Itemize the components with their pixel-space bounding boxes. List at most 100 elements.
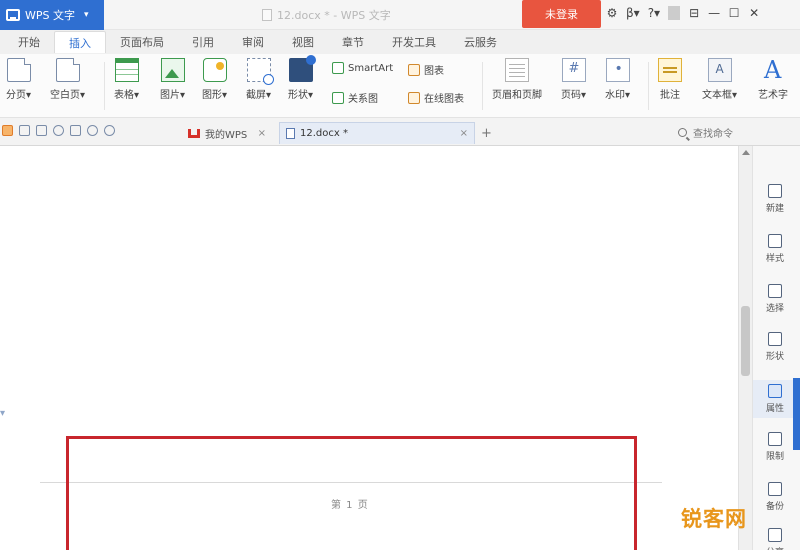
divider [482,62,483,110]
table-button[interactable]: 表格▾ [114,58,139,101]
task-pane-restrict[interactable]: 限制 [753,432,797,462]
maximize-button[interactable]: ☐ [728,6,740,20]
preview-icon[interactable] [53,125,64,136]
table-label: 表格▾ [114,90,140,101]
export-icon[interactable] [70,125,81,136]
login-button[interactable]: 未登录 [522,0,601,28]
page-break-label: 分页▾ [6,90,32,101]
redo-icon[interactable] [104,125,115,136]
task-pane-style-label: 样式 [765,254,784,264]
page-number-icon [561,58,586,82]
tab-view[interactable]: 视图 [278,31,328,53]
new-tab-button[interactable]: + [481,126,492,141]
screenshot-icon [246,58,274,85]
divider [668,6,681,20]
task-pane-shape-label: 形状 [765,352,784,362]
blank-page-button[interactable]: 空白页▾ [50,58,85,101]
chevron-down-icon: ▾ [84,10,89,20]
save-icon[interactable] [19,125,30,136]
divider [104,62,105,110]
flowchart-button[interactable]: 关系图 [332,90,378,105]
layout-icon[interactable]: ⊟ [688,6,700,20]
blank-page-icon [55,58,80,82]
task-pane-restrict-label: 限制 [765,452,784,462]
tab-cloud[interactable]: 云服务 [450,31,511,53]
online-chart-button[interactable]: 在线图表 [408,90,464,105]
blank-page-label: 空白页▾ [50,90,86,101]
wps-logo-icon [6,9,20,21]
picture-button[interactable]: 图片▾ [160,58,185,101]
shapes-button[interactable]: 形状▾ [288,55,316,101]
header-footer-label: 页眉和页脚 [492,90,542,101]
title-bar: WPS 文字 ▾ 12.docx * - WPS 文字 未登录 ⚙ β▾ ?▾ … [0,0,800,30]
undo-icon[interactable] [87,125,98,136]
vertical-scrollbar[interactable] [738,146,752,550]
properties-icon [768,384,782,398]
picture-icon [160,58,185,82]
shape-gallery-button[interactable]: 图形▾ [202,58,227,101]
task-pane-share-label: 分享 [766,545,784,550]
watermark-button[interactable]: 水印▾ [605,58,630,101]
task-pane-share[interactable]: 分享 [753,528,797,550]
tab-my-wps[interactable]: 我的WPS × [182,122,272,144]
task-pane-new[interactable]: 新建 [753,184,797,214]
tab-page-layout[interactable]: 页面布局 [106,31,178,53]
settings-icon[interactable]: ⚙ [606,6,618,20]
task-pane-backup-label: 备份 [765,502,784,512]
chart-button[interactable]: 图表 [408,62,444,77]
task-pane-shape[interactable]: 形状 [753,332,797,362]
app-menu-button[interactable]: WPS 文字 ▾ [0,0,104,30]
tab-home[interactable]: 开始 [4,31,54,53]
header-footer-button[interactable]: 页眉和页脚 [492,58,542,101]
task-pane: 新建 样式 选择 形状 属性 限制 备份 分享 [752,146,800,550]
close-icon[interactable]: × [460,128,468,139]
page-number-button[interactable]: 页码▾ [561,58,586,101]
tab-document[interactable]: 12.docx * × [279,122,475,144]
ribbon-insert: 分页▾ 空白页▾ 表格▾ 图片▾ 图形▾ 截屏▾ 形状▾ SmartArt 图表… [0,54,800,118]
page-number-label: 第 1 页 [331,500,369,511]
textbox-label: 文本框▾ [702,90,738,101]
select-icon [768,284,782,298]
page-break-button[interactable]: 分页▾ [6,58,31,101]
share-icon [768,528,782,542]
screenshot-label: 截屏▾ [246,90,272,101]
table-icon [114,58,139,82]
close-icon[interactable]: × [258,128,266,139]
document-canvas[interactable]: ▾ 第 1 页 [0,146,738,550]
highlight-frame [66,436,637,550]
command-search[interactable]: 查找命令 [678,125,733,140]
skin-icon[interactable]: β▾ [626,6,640,20]
tab-section[interactable]: 章节 [328,31,378,53]
task-pane-backup[interactable]: 备份 [753,482,797,512]
task-pane-style[interactable]: 样式 [753,234,797,264]
wordart-icon [761,56,785,84]
shapes-label: 形状▾ [288,90,314,101]
wordart-button[interactable]: 艺术字 [758,56,788,101]
scroll-up-icon[interactable] [742,150,750,155]
scrollbar-thumb[interactable] [741,306,750,376]
flowchart-label: 关系图 [348,94,378,105]
print-icon[interactable] [36,125,47,136]
comment-button[interactable]: 批注 [658,58,682,101]
textbox-button[interactable]: 文本框▾ [702,58,737,101]
tab-developer[interactable]: 开发工具 [378,31,450,53]
task-pane-new-label: 新建 [765,204,784,214]
tab-review[interactable]: 审阅 [228,31,278,53]
close-button[interactable]: ✕ [748,6,760,20]
screenshot-button[interactable]: 截屏▾ [246,58,274,101]
page-break-icon [6,58,31,82]
document-icon [286,128,295,139]
help-icon[interactable]: ?▾ [648,6,660,20]
task-pane-select[interactable]: 选择 [753,284,797,314]
smartart-button[interactable]: SmartArt [332,62,393,74]
style-icon [768,234,782,248]
tab-references[interactable]: 引用 [178,31,228,53]
ribbon-tabs: 开始 插入 页面布局 引用 审阅 视图 章节 开发工具 云服务 [0,30,800,54]
divider [648,62,649,110]
tab-insert[interactable]: 插入 [54,31,106,53]
picture-label: 图片▾ [160,90,186,101]
window-title: 12.docx * - WPS 文字 [262,7,391,23]
minimize-button[interactable]: — [708,6,720,20]
folder-icon[interactable] [2,125,13,136]
task-pane-properties[interactable]: 属性 [753,380,797,418]
